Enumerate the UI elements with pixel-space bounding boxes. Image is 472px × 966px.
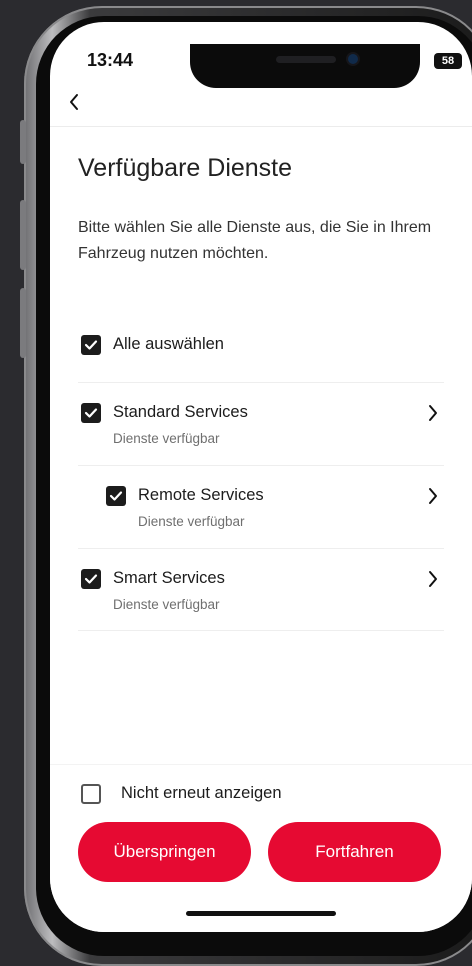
front-camera — [348, 54, 358, 64]
smart-services-checkbox[interactable] — [81, 569, 101, 589]
smart-services-sub: Dienste verfügbar — [113, 597, 220, 612]
chevron-right-icon[interactable] — [426, 403, 440, 423]
mute-switch — [20, 120, 26, 164]
battery-icon: 58 — [434, 53, 462, 69]
page-subtitle: Bitte wählen Sie alle Dienste aus, die S… — [78, 219, 432, 262]
remote-services-sub: Dienste verfügbar — [138, 514, 245, 529]
speaker — [276, 56, 336, 63]
standard-services-checkbox[interactable] — [81, 403, 101, 423]
header-divider — [50, 126, 472, 127]
volume-down-button — [20, 288, 26, 358]
home-indicator — [186, 911, 336, 916]
standard-services-sub: Dienste verfügbar — [113, 431, 220, 446]
divider — [78, 382, 444, 383]
remote-services-checkbox[interactable] — [106, 486, 126, 506]
chevron-right-icon[interactable] — [426, 569, 440, 589]
chevron-left-icon — [70, 94, 78, 110]
app-screen: 13:44 58 Verfügbare Dienste Bitte wählen… — [50, 22, 472, 932]
continue-button[interactable]: Fortfahren — [268, 822, 441, 882]
check-icon — [109, 491, 123, 501]
status-time: 13:44 — [87, 50, 134, 70]
divider — [78, 548, 444, 549]
dont-show-again-label: Nicht erneut anzeigen — [121, 784, 282, 802]
check-icon — [84, 408, 98, 418]
back-button[interactable] — [68, 92, 88, 116]
standard-services-label: Standard Services — [113, 403, 248, 421]
select-all-label: Alle auswählen — [113, 335, 224, 353]
check-icon — [84, 574, 98, 584]
divider — [78, 630, 444, 631]
dont-show-again-checkbox[interactable] — [81, 784, 101, 804]
remote-services-label: Remote Services — [138, 486, 264, 504]
check-icon — [84, 340, 98, 350]
divider — [78, 465, 444, 466]
volume-up-button — [20, 200, 26, 270]
notch — [190, 44, 420, 88]
select-all-checkbox[interactable] — [81, 335, 101, 355]
page-title: Verfügbare Dienste — [78, 154, 293, 182]
smart-services-label: Smart Services — [113, 569, 225, 587]
chevron-right-icon[interactable] — [426, 486, 440, 506]
skip-button[interactable]: Überspringen — [78, 822, 251, 882]
